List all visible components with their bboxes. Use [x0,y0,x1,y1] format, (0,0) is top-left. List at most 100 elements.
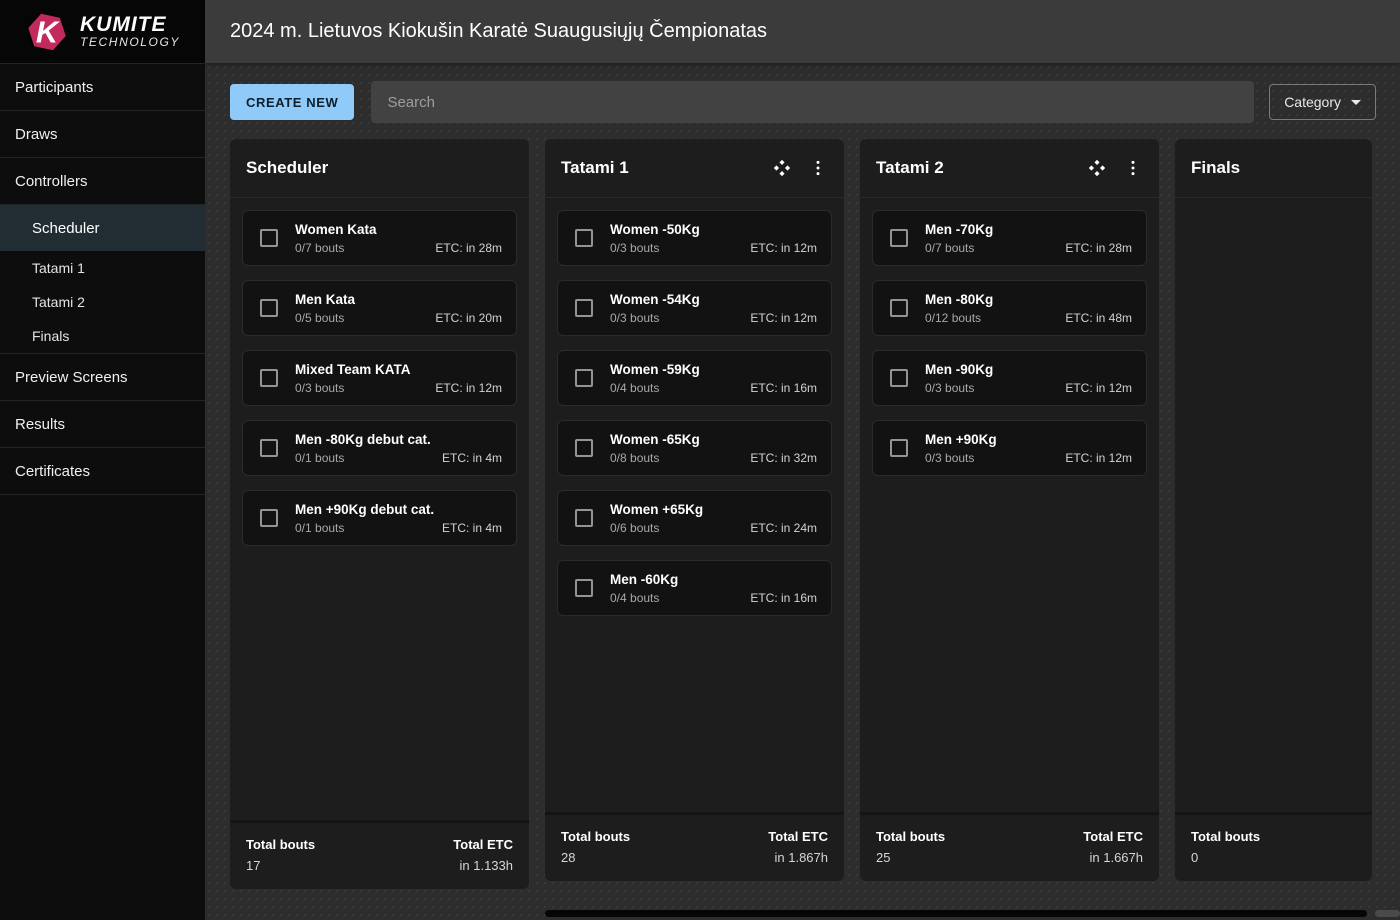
bouts-count: 0/5 bouts [295,311,435,325]
card-meta: 0/3 bouts ETC: in 12m [925,381,1132,395]
footer-total-etc: Total ETC in 1.133h [453,837,513,873]
checkbox[interactable] [260,439,278,457]
column-actions [768,154,832,182]
category-card[interactable]: Men +90Kg debut cat. 0/1 bouts ETC: in 4… [242,490,517,546]
category-title: Men -90Kg [925,362,1132,377]
checkbox[interactable] [890,299,908,317]
category-card[interactable]: Men -60Kg 0/4 bouts ETC: in 16m [557,560,832,616]
page-title: 2024 m. Lietuvos Kiokušin Karatė Suaugus… [230,20,767,43]
total-bouts-label: Total bouts [876,829,1083,844]
top-bar: 2024 m. Lietuvos Kiokušin Karatė Suaugus… [205,0,1400,63]
etc-value: ETC: in 12m [750,241,817,255]
card-meta: 0/3 bouts ETC: in 12m [610,311,817,325]
category-title: Women -59Kg [610,362,817,377]
sidebar: K KUMITE TECHNOLOGY ParticipantsDrawsCon… [0,0,205,920]
sidebar-item-tatami-2[interactable]: Tatami 2 [0,285,205,319]
card-meta: 0/8 bouts ETC: in 32m [610,451,817,465]
category-filter-button[interactable]: Category [1269,84,1376,120]
checkbox[interactable] [890,369,908,387]
column-card-list [1175,198,1372,812]
category-card[interactable]: Women -65Kg 0/8 bouts ETC: in 32m [557,420,832,476]
column-footer: Total bouts 17 Total ETC in 1.133h [230,820,529,889]
brand-text: KUMITE TECHNOLOGY [80,14,180,50]
category-card[interactable]: Mixed Team KATA 0/3 bouts ETC: in 12m [242,350,517,406]
card-meta: 0/1 bouts ETC: in 4m [295,451,502,465]
checkbox[interactable] [260,509,278,527]
category-card[interactable]: Men -80Kg 0/12 bouts ETC: in 48m [872,280,1147,336]
horizontal-scrollbar-thumb[interactable] [545,910,1367,917]
sidebar-item-preview-screens[interactable]: Preview Screens [0,354,205,400]
category-card[interactable]: Women Kata 0/7 bouts ETC: in 28m [242,210,517,266]
category-title: Women -50Kg [610,222,817,237]
footer-total-etc: Total ETC in 1.667h [1083,829,1143,865]
footer-total-etc: Total ETC in 1.867h [768,829,828,865]
card-text: Men Kata 0/5 bouts ETC: in 20m [295,292,502,325]
checkbox[interactable] [260,369,278,387]
checkbox[interactable] [575,579,593,597]
board: Scheduler Women Kata [230,139,1400,889]
sidebar-item-participants[interactable]: Participants [0,64,205,110]
category-card[interactable]: Men -90Kg 0/3 bouts ETC: in 12m [872,350,1147,406]
card-text: Men -80Kg 0/12 bouts ETC: in 48m [925,292,1132,325]
move-column-icon[interactable] [768,154,796,182]
move-column-icon[interactable] [1083,154,1111,182]
total-bouts-label: Total bouts [1191,829,1356,844]
card-meta: 0/6 bouts ETC: in 24m [610,521,817,535]
category-card[interactable]: Men +90Kg 0/3 bouts ETC: in 12m [872,420,1147,476]
svg-text:K: K [36,15,60,49]
kebab-menu-icon[interactable] [1119,154,1147,182]
etc-value: ETC: in 28m [435,241,502,255]
card-text: Men -60Kg 0/4 bouts ETC: in 16m [610,572,817,605]
column-footer: Total bouts 0 [1175,812,1372,881]
sidebar-item-results[interactable]: Results [0,401,205,447]
category-card[interactable]: Men Kata 0/5 bouts ETC: in 20m [242,280,517,336]
card-meta: 0/12 bouts ETC: in 48m [925,311,1132,325]
bouts-count: 0/6 bouts [610,521,750,535]
horizontal-scrollbar-track[interactable] [1375,910,1400,917]
checkbox[interactable] [575,299,593,317]
column-actions [1083,154,1147,182]
search-input[interactable] [371,81,1254,123]
category-card[interactable]: Men -80Kg debut cat. 0/1 bouts ETC: in 4… [242,420,517,476]
checkbox[interactable] [890,439,908,457]
chevron-down-icon [1351,100,1361,105]
checkbox[interactable] [260,229,278,247]
card-meta: 0/4 bouts ETC: in 16m [610,381,817,395]
sidebar-item-finals[interactable]: Finals [0,319,205,353]
checkbox[interactable] [575,439,593,457]
bouts-count: 0/4 bouts [610,381,750,395]
card-text: Women +65Kg 0/6 bouts ETC: in 24m [610,502,817,535]
kebab-menu-icon[interactable] [804,154,832,182]
create-new-button[interactable]: CREATE NEW [230,84,354,120]
sidebar-item-tatami-1[interactable]: Tatami 1 [0,251,205,285]
card-meta: 0/5 bouts ETC: in 20m [295,311,502,325]
category-title: Women -65Kg [610,432,817,447]
sidebar-item-draws[interactable]: Draws [0,111,205,157]
etc-value: ETC: in 20m [435,311,502,325]
category-filter-label: Category [1284,94,1341,110]
card-text: Men +90Kg debut cat. 0/1 bouts ETC: in 4… [295,502,502,535]
category-card[interactable]: Women -50Kg 0/3 bouts ETC: in 12m [557,210,832,266]
checkbox[interactable] [575,229,593,247]
sidebar-item-scheduler[interactable]: Scheduler [0,205,205,251]
category-card[interactable]: Women -54Kg 0/3 bouts ETC: in 12m [557,280,832,336]
checkbox[interactable] [575,369,593,387]
brand-logo[interactable]: K KUMITE TECHNOLOGY [0,0,205,63]
bouts-count: 0/12 bouts [925,311,1065,325]
category-card[interactable]: Men -70Kg 0/7 bouts ETC: in 28m [872,210,1147,266]
checkbox[interactable] [890,229,908,247]
checkbox[interactable] [260,299,278,317]
etc-value: ETC: in 32m [750,451,817,465]
column-title: Finals [1191,158,1360,178]
card-meta: 0/3 bouts ETC: in 12m [295,381,502,395]
category-title: Women -54Kg [610,292,817,307]
sidebar-item-controllers[interactable]: Controllers [0,158,205,204]
category-card[interactable]: Women +65Kg 0/6 bouts ETC: in 24m [557,490,832,546]
column-card-list: Women Kata 0/7 bouts ETC: in 28m Men Kat… [230,198,529,820]
category-title: Women +65Kg [610,502,817,517]
checkbox[interactable] [575,509,593,527]
sidebar-item-certificates[interactable]: Certificates [0,448,205,494]
column-header: Tatami 1 [545,139,844,198]
board-column-tatami-2: Tatami 2 Men -70Kg [860,139,1159,881]
category-card[interactable]: Women -59Kg 0/4 bouts ETC: in 16m [557,350,832,406]
